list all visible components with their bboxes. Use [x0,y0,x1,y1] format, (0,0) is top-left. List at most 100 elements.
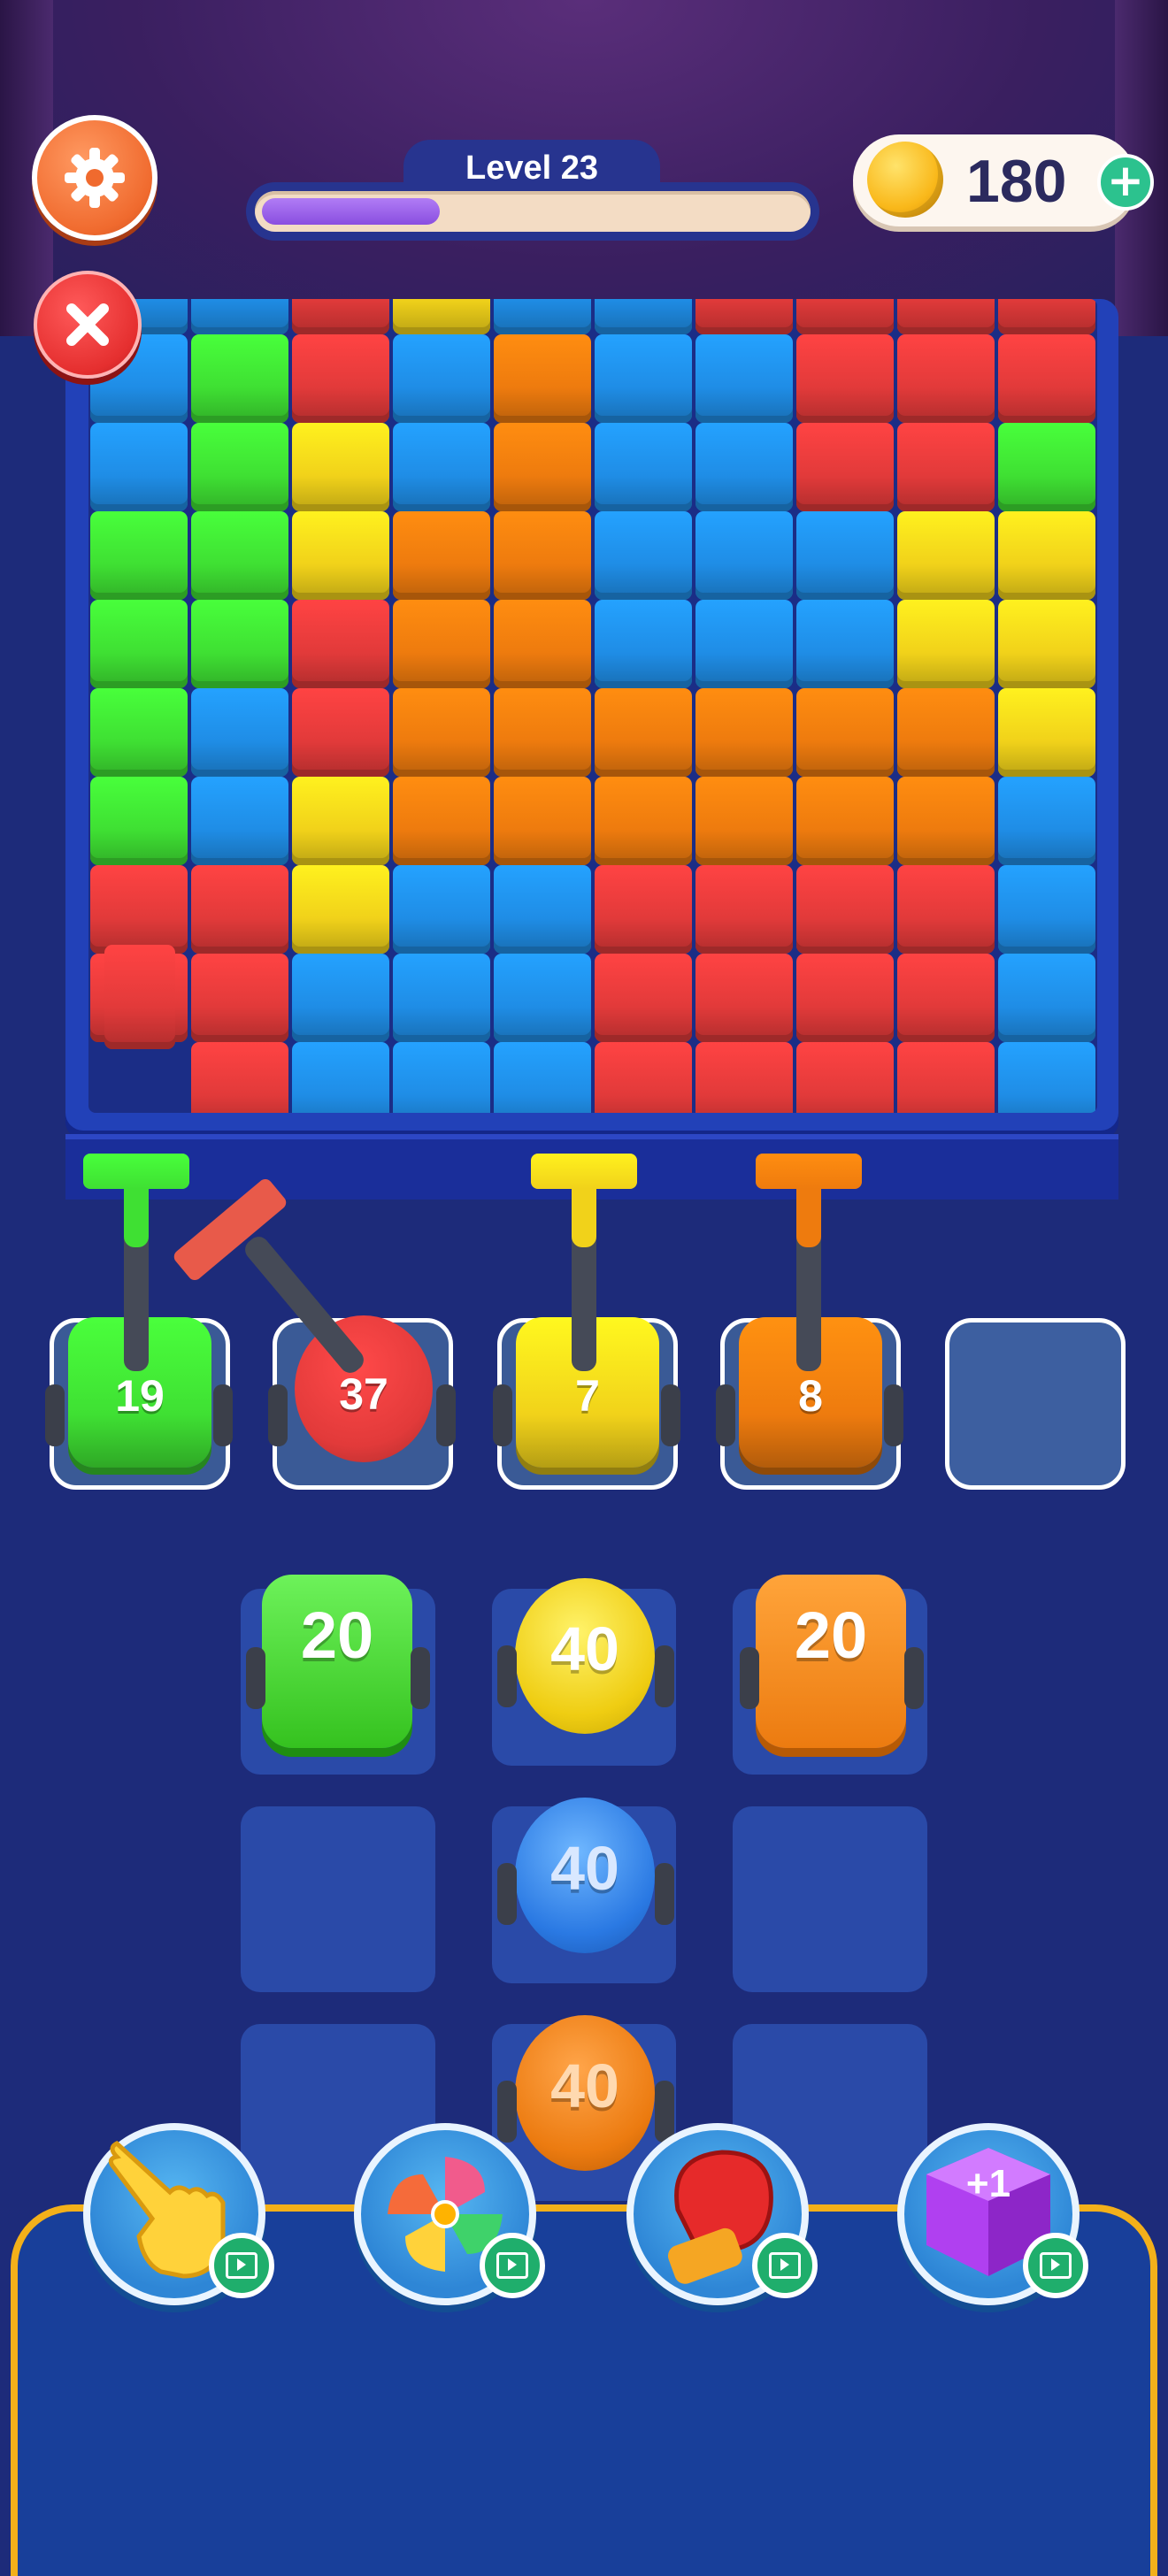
coin-icon [867,142,943,218]
block-b [292,954,389,1042]
shooter-count: 8 [798,1371,823,1421]
block-o [494,511,591,600]
queue-slot [733,1806,927,1992]
booster-boxing-glove-button[interactable] [626,2123,818,2305]
wheel [716,1384,735,1446]
block-b [695,511,793,600]
block-o [393,511,490,600]
block-b [292,1042,389,1113]
block-o [393,777,490,865]
block-b [595,334,692,423]
coin-count: 180 [966,148,1067,215]
queue-slot [241,1806,435,1992]
wheel [411,1647,430,1709]
falling-block-red [104,945,175,1049]
block-o [494,334,591,423]
block-b [393,954,490,1042]
block-b [393,865,490,954]
block-r [998,334,1095,423]
video-ad-icon [209,2233,274,2298]
block-r [897,954,995,1042]
block-g [191,423,288,511]
block-o [595,688,692,777]
block-r [796,299,894,334]
wheel [436,1384,456,1446]
block-b [796,600,894,688]
block-o [494,423,591,511]
shooter-slot-red[interactable]: 37 [268,1315,456,1490]
block-o [695,777,793,865]
block-y [292,777,389,865]
add-coins-button[interactable]: + [1097,154,1154,211]
block-r [292,600,389,688]
block-y [292,511,389,600]
block-o [897,688,995,777]
queue-drum-blue[interactable]: 40 [515,1798,655,1953]
block-r [796,334,894,423]
block-o [796,688,894,777]
block-r [595,954,692,1042]
shooter-nozzle [83,1154,189,1189]
block-b [998,777,1095,865]
block-b [695,334,793,423]
block-b [998,865,1095,954]
booster-pinwheel-button[interactable] [354,2123,545,2305]
block-b [393,334,490,423]
wheel [246,1647,265,1709]
queue-cart-green[interactable]: 20 [262,1575,412,1748]
block-r [595,1042,692,1113]
video-ad-icon [752,2233,818,2298]
close-button[interactable] [34,271,142,379]
block-r [695,954,793,1042]
block-o [393,600,490,688]
block-r [90,865,188,954]
block-r [897,865,995,954]
plus-icon: + [1107,155,1144,206]
block-y [998,688,1095,777]
wheel [497,1863,517,1925]
wheel [740,1647,759,1709]
shooter-count: 19 [115,1371,165,1421]
queue-drum-yellow[interactable]: 40 [515,1578,655,1734]
video-ad-icon [1023,2233,1088,2298]
block-y [998,600,1095,688]
block-b [494,299,591,334]
shooter-nozzle [756,1154,862,1189]
wheel [655,1645,674,1707]
block-r [191,954,288,1042]
block-b [998,1042,1095,1113]
shooter-count: 37 [339,1369,388,1419]
block-r [998,299,1095,334]
wheel [268,1384,288,1446]
block-g [90,600,188,688]
wheel [884,1384,903,1446]
wheel [661,1384,680,1446]
block-b [695,423,793,511]
block-b [191,299,288,334]
block-grid [88,299,1097,1113]
wheel [497,1645,517,1707]
settings-button[interactable] [32,115,158,241]
queue-cart-orange[interactable]: 20 [756,1575,906,1748]
block-b [595,423,692,511]
gear-icon [65,148,125,208]
block-b [393,1042,490,1113]
shooter-count: 7 [575,1371,600,1421]
block-o [897,777,995,865]
block-r [796,865,894,954]
block-r [897,423,995,511]
progress-fill [262,198,440,225]
block-b [796,511,894,600]
block-r [292,334,389,423]
queue-count: 40 [550,1834,619,1903]
wheel [493,1384,512,1446]
booster-hand-button[interactable] [83,2123,274,2305]
level-progress-bar [246,182,819,241]
wheel [655,1863,674,1925]
block-b [90,423,188,511]
block-y [897,600,995,688]
block-r [897,334,995,423]
shooter-slot-empty[interactable] [945,1318,1126,1490]
block-r [695,865,793,954]
booster-extra-slot-button[interactable]: +1 [897,2123,1088,2305]
